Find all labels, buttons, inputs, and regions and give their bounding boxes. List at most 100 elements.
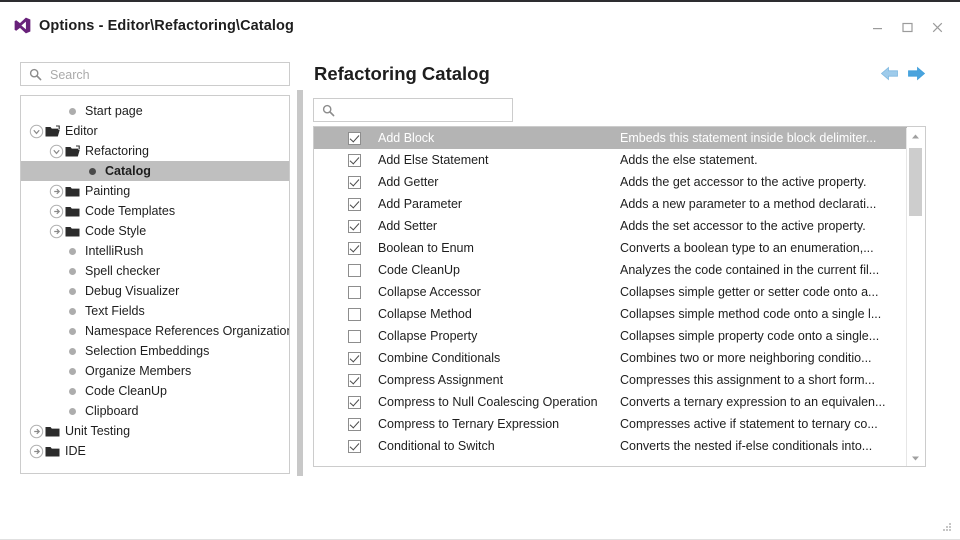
sidebar-item-start-page[interactable]: Start page	[21, 101, 289, 121]
row-checkbox[interactable]	[348, 374, 361, 387]
row-checkbox[interactable]	[348, 440, 361, 453]
expander-collapsed-icon[interactable]	[28, 443, 44, 459]
expander-collapsed-icon[interactable]	[48, 183, 64, 199]
table-row[interactable]: Collapse PropertyCollapses simple proper…	[314, 325, 907, 347]
refactoring-description: Compresses this assignment to a short fo…	[620, 373, 907, 387]
refactoring-name: Collapse Accessor	[361, 285, 620, 299]
refactoring-description: Adds the get accessor to the active prop…	[620, 175, 907, 189]
table-row[interactable]: Add ParameterAdds a new parameter to a m…	[314, 193, 907, 215]
forward-arrow-icon[interactable]	[907, 66, 926, 86]
table-row[interactable]: Collapse AccessorCollapses simple getter…	[314, 281, 907, 303]
table-row[interactable]: Add SetterAdds the set accessor to the a…	[314, 215, 907, 237]
sidebar-item-unit-testing[interactable]: Unit Testing	[21, 421, 289, 441]
expander-placeholder	[48, 383, 64, 399]
table-row[interactable]: Collapse MethodCollapses simple method c…	[314, 303, 907, 325]
table-row[interactable]: Add BlockEmbeds this statement inside bl…	[314, 127, 907, 149]
sidebar-item-label: Namespace References Organization	[84, 324, 290, 338]
table-row[interactable]: Add GetterAdds the get accessor to the a…	[314, 171, 907, 193]
sidebar-item-ide[interactable]: IDE	[21, 441, 289, 461]
sidebar-item-debug-visualizer[interactable]: Debug Visualizer	[21, 281, 289, 301]
row-checkbox[interactable]	[348, 308, 361, 321]
title-bar: Options - Editor\Refactoring\Catalog	[0, 2, 960, 52]
sidebar-item-clipboard[interactable]: Clipboard	[21, 401, 289, 421]
row-checkbox[interactable]	[348, 286, 361, 299]
sidebar-item-label: Code Templates	[84, 204, 175, 218]
row-checkbox[interactable]	[348, 352, 361, 365]
refactoring-description: Collapses simple getter or setter code o…	[620, 285, 907, 299]
refactoring-name: Conditional to Switch	[361, 439, 620, 453]
expander-collapsed-icon[interactable]	[48, 203, 64, 219]
row-checkbox[interactable]	[348, 220, 361, 233]
dialog-footer: Language: C# DefaultOKCancelApply	[0, 478, 960, 540]
sidebar-item-intellirush[interactable]: IntelliRush	[21, 241, 289, 261]
refactoring-name: Combine Conditionals	[361, 351, 620, 365]
folder-open-icon	[64, 143, 80, 159]
folder-icon	[64, 223, 80, 239]
refactoring-list-rows[interactable]: Add BlockEmbeds this statement inside bl…	[314, 127, 907, 466]
row-checkbox[interactable]	[348, 198, 361, 211]
expander-collapsed-icon[interactable]	[28, 423, 44, 439]
row-checkbox[interactable]	[348, 330, 361, 343]
sidebar-item-code-style[interactable]: Code Style	[21, 221, 289, 241]
refactoring-description: Adds the else statement.	[620, 153, 907, 167]
search-box[interactable]	[20, 62, 290, 86]
sidebar-item-namespace-references-organization[interactable]: Namespace References Organization	[21, 321, 289, 341]
table-row[interactable]: Boolean to EnumConverts a boolean type t…	[314, 237, 907, 259]
row-checkbox[interactable]	[348, 396, 361, 409]
row-checkbox[interactable]	[348, 176, 361, 189]
row-checkbox[interactable]	[348, 418, 361, 431]
scroll-up-arrow[interactable]	[907, 128, 924, 145]
refactoring-catalog-pane: Refactoring Catalog	[313, 58, 928, 474]
sidebar-item-painting[interactable]: Painting	[21, 181, 289, 201]
expander-expanded-icon[interactable]	[28, 123, 44, 139]
expander-expanded-icon[interactable]	[48, 143, 64, 159]
table-row[interactable]: Compress to Ternary ExpressionCompresses…	[314, 413, 907, 435]
folder-icon	[64, 203, 80, 219]
sidebar-item-text-fields[interactable]: Text Fields	[21, 301, 289, 321]
list-scrollbar[interactable]	[906, 128, 924, 467]
settings-tree[interactable]: Start page Editor Refactoring Catalog Painti…	[20, 95, 290, 474]
bullet-icon	[64, 383, 80, 399]
catalog-filter-box[interactable]	[313, 98, 513, 122]
table-row[interactable]: Compress AssignmentCompresses this assig…	[314, 369, 907, 391]
catalog-filter-input[interactable]	[340, 99, 509, 123]
expander-placeholder	[68, 163, 84, 179]
table-row[interactable]: Combine ConditionalsCombines two or more…	[314, 347, 907, 369]
expander-placeholder	[48, 283, 64, 299]
sidebar-item-refactoring[interactable]: Refactoring	[21, 141, 289, 161]
sidebar-item-catalog[interactable]: Catalog	[21, 161, 289, 181]
close-button[interactable]	[922, 14, 952, 40]
bullet-icon	[64, 243, 80, 259]
maximize-button[interactable]	[892, 14, 922, 40]
sidebar-item-spell-checker[interactable]: Spell checker	[21, 261, 289, 281]
sidebar-item-label: Debug Visualizer	[84, 284, 179, 298]
minimize-button[interactable]	[862, 14, 892, 40]
row-checkbox[interactable]	[348, 264, 361, 277]
navigation-arrows	[880, 66, 926, 86]
row-checkbox[interactable]	[348, 242, 361, 255]
scroll-down-arrow[interactable]	[907, 450, 924, 467]
search-input[interactable]	[48, 63, 285, 87]
scrollbar-thumb[interactable]	[909, 148, 922, 216]
sidebar-item-selection-embeddings[interactable]: Selection Embeddings	[21, 341, 289, 361]
bullet-icon	[64, 323, 80, 339]
search-icon	[29, 68, 42, 86]
sidebar-item-organize-members[interactable]: Organize Members	[21, 361, 289, 381]
pane-splitter[interactable]	[297, 90, 303, 476]
sidebar-item-editor[interactable]: Editor	[21, 121, 289, 141]
table-row[interactable]: Code CleanUpAnalyzes the code contained …	[314, 259, 907, 281]
bullet-icon	[64, 363, 80, 379]
sidebar-item-label: Editor	[64, 124, 98, 138]
resize-grip[interactable]	[940, 520, 954, 534]
expander-placeholder	[48, 243, 64, 259]
back-arrow-icon[interactable]	[880, 66, 899, 86]
row-checkbox[interactable]	[348, 132, 361, 145]
table-row[interactable]: Compress to Null Coalescing OperationCon…	[314, 391, 907, 413]
sidebar-item-label: Catalog	[104, 164, 151, 178]
table-row[interactable]: Conditional to SwitchConverts the nested…	[314, 435, 907, 457]
row-checkbox[interactable]	[348, 154, 361, 167]
table-row[interactable]: Add Else StatementAdds the else statemen…	[314, 149, 907, 171]
sidebar-item-code-templates[interactable]: Code Templates	[21, 201, 289, 221]
sidebar-item-code-cleanup[interactable]: Code CleanUp	[21, 381, 289, 401]
expander-collapsed-icon[interactable]	[48, 223, 64, 239]
